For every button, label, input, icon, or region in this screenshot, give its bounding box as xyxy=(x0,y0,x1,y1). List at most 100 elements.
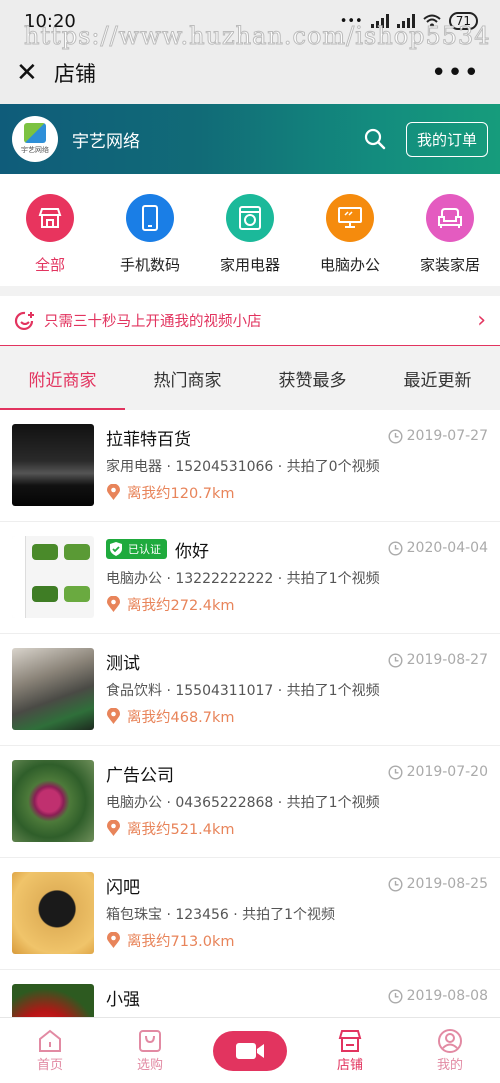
promo-banner[interactable]: 只需三十秒马上开通我的视频小店 › xyxy=(0,296,500,346)
category-phones[interactable]: 手机数码 xyxy=(106,194,194,286)
my-orders-button[interactable]: 我的订单 xyxy=(405,121,488,157)
battery-icon: 71 xyxy=(448,12,478,30)
shop-name: 宇艺网络 xyxy=(72,131,140,152)
merchant-meta: 电脑办公 · 13222222222 · 共拍了1个视频 xyxy=(106,571,380,587)
nav-home[interactable]: 首页 xyxy=(0,1028,100,1073)
clock-icon xyxy=(388,876,403,892)
promo-text: 只需三十秒马上开通我的视频小店 xyxy=(44,314,262,330)
merchant-row[interactable]: 闪吧 箱包珠宝 · 123456 · 共拍了1个视频 离我约713.0km 20… xyxy=(0,858,500,970)
merchant-row[interactable]: 拉菲特百货 家用电器 · 15204531066 · 共拍了0个视频 离我约12… xyxy=(0,410,500,522)
nav-store[interactable]: 店铺 xyxy=(300,1028,400,1073)
close-icon[interactable]: ✕ xyxy=(16,58,50,88)
merchant-thumbnail xyxy=(12,760,94,842)
search-icon[interactable] xyxy=(358,128,392,150)
merchant-meta: 食品饮料 · 15504311017 · 共拍了1个视频 xyxy=(106,683,380,699)
nav-shop[interactable]: 选购 xyxy=(100,1028,200,1073)
category-label: 家装家居 xyxy=(419,256,480,274)
logo-cube-icon xyxy=(24,123,46,143)
category-label: 手机数码 xyxy=(119,256,180,274)
date-text: 2019-08-08 xyxy=(406,988,488,1004)
tab-nearby[interactable]: 附近商家 xyxy=(0,346,125,410)
distance-text: 离我约521.4km xyxy=(127,822,235,838)
merchant-name: 测试 xyxy=(106,653,140,674)
status-bar: 10:20 ••• 71 xyxy=(0,0,500,42)
merchant-meta: 家用电器 · 15204531066 · 共拍了0个视频 xyxy=(106,459,380,475)
clock-icon xyxy=(388,988,403,1004)
category-label: 家用电器 xyxy=(219,256,280,274)
merchant-meta: 电脑办公 · 04365222868 · 共拍了1个视频 xyxy=(106,795,380,811)
monitor-icon xyxy=(326,194,374,242)
clock-icon xyxy=(388,764,403,780)
store-icon xyxy=(26,194,74,242)
user-icon xyxy=(437,1028,463,1054)
distance-text: 离我约713.0km xyxy=(127,934,235,950)
distance-text: 离我约468.7km xyxy=(127,710,235,726)
bottom-nav: 首页 选购 店铺 我的 xyxy=(0,1017,500,1083)
nav-label: 首页 xyxy=(36,1058,63,1073)
merchant-row[interactable]: 广告公司 电脑办公 · 04365222868 · 共拍了1个视频 离我约521… xyxy=(0,746,500,858)
merchant-name: 拉菲特百货 xyxy=(106,429,191,450)
merchant-date: 2019-07-20 xyxy=(388,764,488,780)
more-icon[interactable]: ••• xyxy=(431,58,480,88)
merchant-thumbnail xyxy=(12,536,94,618)
phone-icon xyxy=(126,194,174,242)
shield-check-icon xyxy=(110,542,122,556)
category-label: 电脑办公 xyxy=(319,256,380,274)
merchant-date: 2019-07-27 xyxy=(388,428,488,444)
merchant-name: 闪吧 xyxy=(106,877,140,898)
distance-text: 离我约272.4km xyxy=(127,598,235,614)
verified-badge: 已认证 xyxy=(106,539,167,559)
merchant-name: 小强 xyxy=(106,989,140,1010)
location-pin-icon xyxy=(107,484,120,500)
merchant-distance: 离我约468.7km xyxy=(106,706,488,727)
category-computers[interactable]: 电脑办公 xyxy=(306,194,394,286)
logo-text: 宇艺网络 xyxy=(21,146,49,154)
merchant-row[interactable]: 测试 食品饮料 · 15504311017 · 共拍了1个视频 离我约468.7… xyxy=(0,634,500,746)
signal-2-icon xyxy=(396,14,415,28)
date-text: 2019-07-27 xyxy=(406,428,488,444)
merchant-date: 2019-08-08 xyxy=(388,988,488,1004)
merchant-date: 2020-04-04 xyxy=(388,540,488,556)
merchant-date: 2019-08-25 xyxy=(388,876,488,892)
nav-record[interactable] xyxy=(200,1030,300,1071)
signal-icon xyxy=(370,14,389,28)
merchant-distance: 离我约120.7km xyxy=(106,482,488,503)
merchant-tabs: 附近商家 热门商家 获赞最多 最近更新 xyxy=(0,346,500,410)
location-pin-icon xyxy=(107,596,120,612)
merchant-thumbnail xyxy=(12,648,94,730)
merchant-thumbnail xyxy=(12,424,94,506)
tab-popular[interactable]: 热门商家 xyxy=(125,346,250,410)
category-label: 全部 xyxy=(34,256,65,274)
date-text: 2019-08-27 xyxy=(406,652,488,668)
tab-most-liked[interactable]: 获赞最多 xyxy=(250,346,375,410)
title-bar: ✕ 店铺 ••• xyxy=(0,42,500,104)
date-text: 2019-07-20 xyxy=(406,764,488,780)
shop-header: 宇艺网络 宇艺网络 我的订单 xyxy=(0,104,500,174)
washing-machine-icon xyxy=(226,194,274,242)
category-appliances[interactable]: 家用电器 xyxy=(206,194,294,286)
category-home[interactable]: 家装家居 xyxy=(406,194,494,286)
store-icon xyxy=(337,1028,363,1054)
home-icon xyxy=(37,1028,63,1054)
clock-icon xyxy=(388,540,403,556)
video-camera-icon xyxy=(236,1042,264,1059)
sofa-icon xyxy=(426,194,474,242)
chevron-right-icon: › xyxy=(477,308,486,333)
nav-label: 选购 xyxy=(136,1058,163,1073)
wifi-icon xyxy=(423,14,441,28)
merchant-distance: 离我约521.4km xyxy=(106,818,488,839)
status-time: 10:20 xyxy=(24,10,76,32)
status-icons: ••• 71 xyxy=(340,12,478,30)
record-video-button[interactable] xyxy=(213,1030,287,1071)
location-pin-icon xyxy=(107,708,120,724)
category-all[interactable]: 全部 xyxy=(6,194,94,286)
clock-icon xyxy=(388,652,403,668)
tab-recent[interactable]: 最近更新 xyxy=(375,346,500,410)
shop-logo: 宇艺网络 xyxy=(12,116,58,162)
dots-icon: ••• xyxy=(339,13,363,29)
merchant-row[interactable]: 已认证 你好 电脑办公 · 13222222222 · 共拍了1个视频 离我约2… xyxy=(0,522,500,634)
date-text: 2020-04-04 xyxy=(406,540,488,556)
date-text: 2019-08-25 xyxy=(406,876,488,892)
nav-mine[interactable]: 我的 xyxy=(400,1028,500,1073)
merchant-distance: 离我约713.0km xyxy=(106,930,488,951)
